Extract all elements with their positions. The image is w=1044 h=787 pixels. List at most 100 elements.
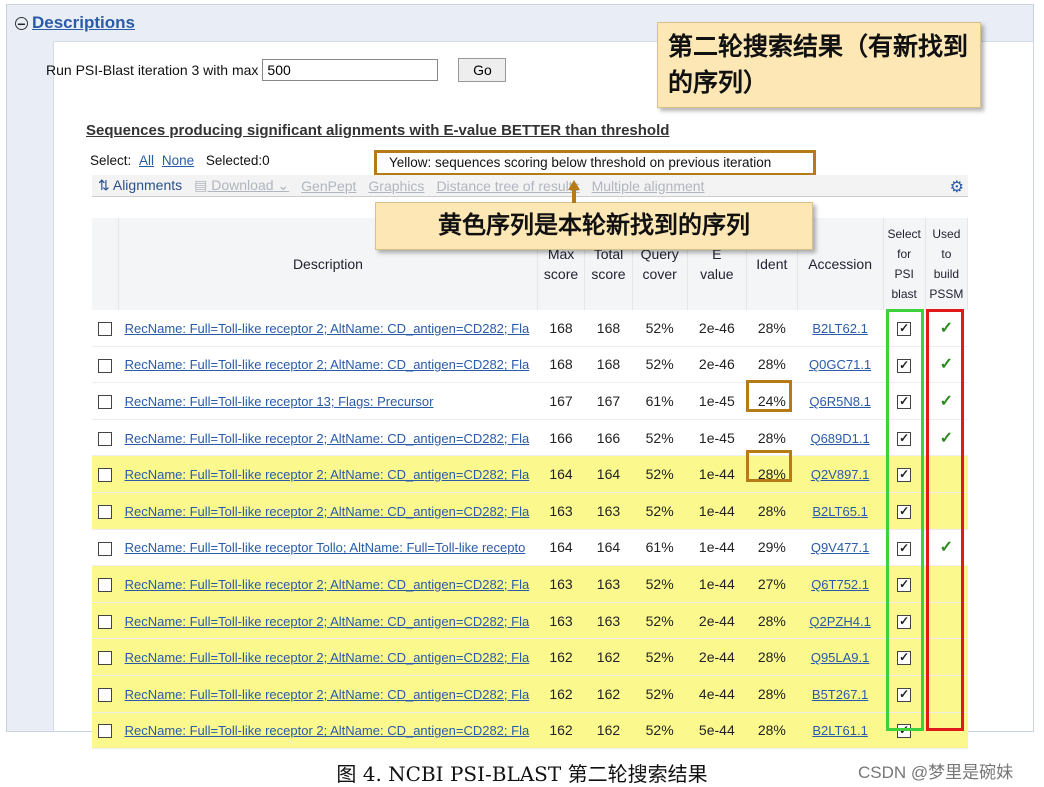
row-accession[interactable]: Q689D1.1 [797,419,884,457]
row-description[interactable]: RecName: Full=Toll-like receptor 2; AltN… [118,492,538,530]
row-checkbox[interactable] [92,638,119,676]
selected-count: Selected:0 [205,153,270,168]
row-max-score: 163 [537,602,585,640]
collapse-icon[interactable]: − [15,16,28,31]
row-description[interactable]: RecName: Full=Toll-like receptor 2; AltN… [118,712,538,750]
multiple-alignment-link[interactable]: Multiple alignment [592,178,705,194]
row-checkbox[interactable] [92,675,119,713]
row-checkbox[interactable] [92,712,119,750]
section-header[interactable]: − Descriptions [15,13,135,33]
gear-icon[interactable]: ⚙ [950,177,964,197]
row-query-cover: 52% [632,492,688,530]
row-accession[interactable]: Q95LA9.1 [797,638,884,676]
table-row: RecName: Full=Toll-like receptor 2; AltN… [92,492,968,530]
row-query-cover: 52% [632,638,688,676]
row-total-score: 162 [584,675,633,713]
header-select-psiblast: Select for PSI blast [883,218,926,310]
select-row: Select: All None Selected:0 [90,153,270,168]
row-total-score: 163 [584,492,633,530]
row-description[interactable]: RecName: Full=Toll-like receptor 2; AltN… [118,565,538,603]
row-checkbox[interactable] [92,565,119,603]
download-button[interactable]: ▤ Download ⌄ [194,177,289,194]
row-accession[interactable]: B2LT62.1 [797,310,884,347]
row-description[interactable]: RecName: Full=Toll-like receptor 2; AltN… [118,602,538,640]
row-max-score: 168 [537,346,585,384]
alignments-button[interactable]: ⇅ Alignments [98,177,182,194]
row-total-score: 164 [584,529,633,567]
row-accession[interactable]: Q0GC71.1 [797,346,884,384]
row-description[interactable]: RecName: Full=Toll-like receptor 2; AltN… [118,419,538,457]
row-max-score: 164 [537,455,585,493]
row-max-score: 164 [537,529,585,567]
row-checkbox[interactable] [92,310,119,347]
row-accession[interactable]: Q2V897.1 [797,455,884,493]
row-e-value: 1e-45 [687,419,747,457]
row-accession[interactable]: Q2PZH4.1 [797,602,884,640]
row-query-cover: 52% [632,675,688,713]
row-description[interactable]: RecName: Full=Toll-like receptor 2; AltN… [118,310,538,347]
row-query-cover: 61% [632,382,688,420]
row-description[interactable]: RecName: Full=Toll-like receptor Tollo; … [118,529,538,567]
go-button[interactable]: Go [458,58,507,82]
watermark: CSDN @梦里是碗妹 [858,763,1014,782]
row-checkbox[interactable] [92,492,119,530]
row-accession[interactable]: B2LT61.1 [797,712,884,750]
row-max-score: 162 [537,638,585,676]
genpept-link[interactable]: GenPept [301,178,356,194]
used-pssm-column-highlight [926,309,964,731]
row-ident: 28% [746,675,798,713]
row-ident: 28% [746,712,798,750]
row-total-score: 168 [584,346,633,384]
select-psiblast-column-highlight [886,309,924,731]
row-checkbox[interactable] [92,419,119,457]
row-description[interactable]: RecName: Full=Toll-like receptor 2; AltN… [118,455,538,493]
row-e-value: 1e-45 [687,382,747,420]
select-label: Select: [90,153,132,168]
sort-icon: ⇅ [98,177,113,193]
row-ident: 29% [746,529,798,567]
row-ident: 28% [746,602,798,640]
row-max-score: 163 [537,492,585,530]
select-all-link[interactable]: All [139,153,154,168]
table-row: RecName: Full=Toll-like receptor 2; AltN… [92,310,968,347]
select-none-link[interactable]: None [162,153,194,168]
row-description[interactable]: RecName: Full=Toll-like receptor 2; AltN… [118,675,538,713]
row-accession[interactable]: Q6T752.1 [797,565,884,603]
row-query-cover: 52% [632,455,688,493]
row-checkbox[interactable] [92,382,119,420]
row-max-score: 162 [537,675,585,713]
save-icon: ▤ [194,177,212,193]
row-checkbox[interactable] [92,529,119,567]
row-accession[interactable]: B5T267.1 [797,675,884,713]
row-checkbox[interactable] [92,455,119,493]
row-total-score: 166 [584,419,633,457]
row-ident: 28% [746,310,798,347]
row-e-value: 4e-44 [687,675,747,713]
run-psiblast-row: Run PSI-Blast iteration 3 with max Go [46,58,507,82]
row-query-cover: 52% [632,346,688,384]
max-input[interactable] [262,59,439,81]
table-row: RecName: Full=Toll-like receptor 2; AltN… [92,675,968,713]
row-checkbox[interactable] [92,346,119,384]
callout-middle: 黄色序列是本轮新找到的序列 [375,202,813,250]
row-query-cover: 52% [632,565,688,603]
section-title[interactable]: Descriptions [32,13,135,33]
row-description[interactable]: RecName: Full=Toll-like receptor 13; Fla… [118,382,538,420]
table-row: RecName: Full=Toll-like receptor 2; AltN… [92,455,968,493]
row-max-score: 163 [537,565,585,603]
row-description[interactable]: RecName: Full=Toll-like receptor 2; AltN… [118,346,538,384]
table-row: RecName: Full=Toll-like receptor 13; Fla… [92,382,968,420]
row-accession[interactable]: Q9V477.1 [797,529,884,567]
row-description[interactable]: RecName: Full=Toll-like receptor 2; AltN… [118,638,538,676]
distance-tree-link[interactable]: Distance tree of results [436,178,579,194]
row-e-value: 2e-44 [687,602,747,640]
row-query-cover: 52% [632,419,688,457]
row-accession[interactable]: Q6R5N8.1 [797,382,884,420]
row-e-value: 1e-44 [687,565,747,603]
row-e-value: 2e-46 [687,310,747,347]
row-total-score: 168 [584,310,633,347]
graphics-link[interactable]: Graphics [368,178,424,194]
row-checkbox[interactable] [92,602,119,640]
table-row: RecName: Full=Toll-like receptor 2; AltN… [92,346,968,384]
row-accession[interactable]: B2LT65.1 [797,492,884,530]
